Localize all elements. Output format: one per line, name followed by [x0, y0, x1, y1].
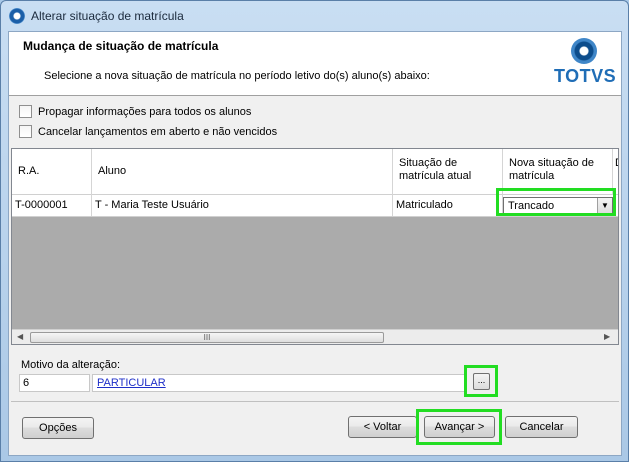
page-title: Mudança de situação de matrícula — [23, 39, 219, 53]
title-bar[interactable]: Alterar situação de matrícula — [1, 1, 628, 31]
highlight-next-button — [416, 409, 502, 445]
wizard-header: Mudança de situação de matrícula Selecio… — [9, 32, 621, 96]
motivo-description-link[interactable]: PARTICULAR — [92, 374, 465, 392]
scroll-thumb-grip: III — [203, 333, 211, 342]
page-description: Selecione a nova situação de matrícula n… — [44, 70, 430, 82]
dialog-body: Mudança de situação de matrícula Selecio… — [8, 31, 622, 456]
options-button[interactable]: Opções — [22, 417, 94, 439]
window-title: Alterar situação de matrícula — [31, 9, 184, 23]
dialog-window: Alterar situação de matrícula Mudança de… — [0, 0, 629, 462]
propagate-checkbox[interactable] — [19, 105, 32, 118]
column-header-situacao-atual[interactable]: Situação de matrícula atual — [393, 149, 503, 195]
cell-ra[interactable]: T-0000001 — [12, 195, 92, 216]
highlight-nova-situacao — [496, 188, 616, 216]
highlight-lookup-button — [464, 365, 498, 397]
scroll-left-icon[interactable]: ◀ — [17, 332, 23, 341]
column-header-aluno[interactable]: Aluno — [92, 149, 393, 195]
horizontal-scrollbar[interactable]: ◀ III ▶ — [12, 329, 618, 344]
cell-situacao-atual[interactable]: Matriculado — [393, 195, 503, 216]
students-grid[interactable]: R.A. Aluno Situação de matrícula atual N… — [11, 148, 619, 345]
scroll-thumb[interactable]: III — [30, 332, 384, 343]
cancel-open-entries-option[interactable]: Cancelar lançamentos em aberto e não ven… — [19, 125, 277, 138]
footer-divider — [11, 401, 619, 402]
column-header-ra[interactable]: R.A. — [12, 149, 92, 195]
cancel-open-entries-checkbox[interactable] — [19, 125, 32, 138]
propagate-option[interactable]: Propagar informações para todos os aluno… — [19, 105, 251, 118]
motivo-code-field[interactable]: 6 — [19, 374, 90, 392]
scroll-right-icon[interactable]: ▶ — [604, 332, 610, 341]
motivo-label: Motivo da alteração: — [21, 359, 121, 371]
totvs-logo-icon — [571, 38, 597, 64]
cancel-button[interactable]: Cancelar — [505, 416, 578, 438]
app-icon — [9, 8, 25, 24]
back-button[interactable]: < Voltar — [348, 416, 417, 438]
totvs-logo: TOTVS — [554, 38, 617, 90]
cancel-open-entries-label: Cancelar lançamentos em aberto e não ven… — [38, 125, 278, 138]
logo-text: TOTVS — [554, 66, 617, 86]
propagate-label: Propagar informações para todos os aluno… — [38, 105, 252, 118]
cell-aluno[interactable]: T - Maria Teste Usuário — [92, 195, 393, 216]
